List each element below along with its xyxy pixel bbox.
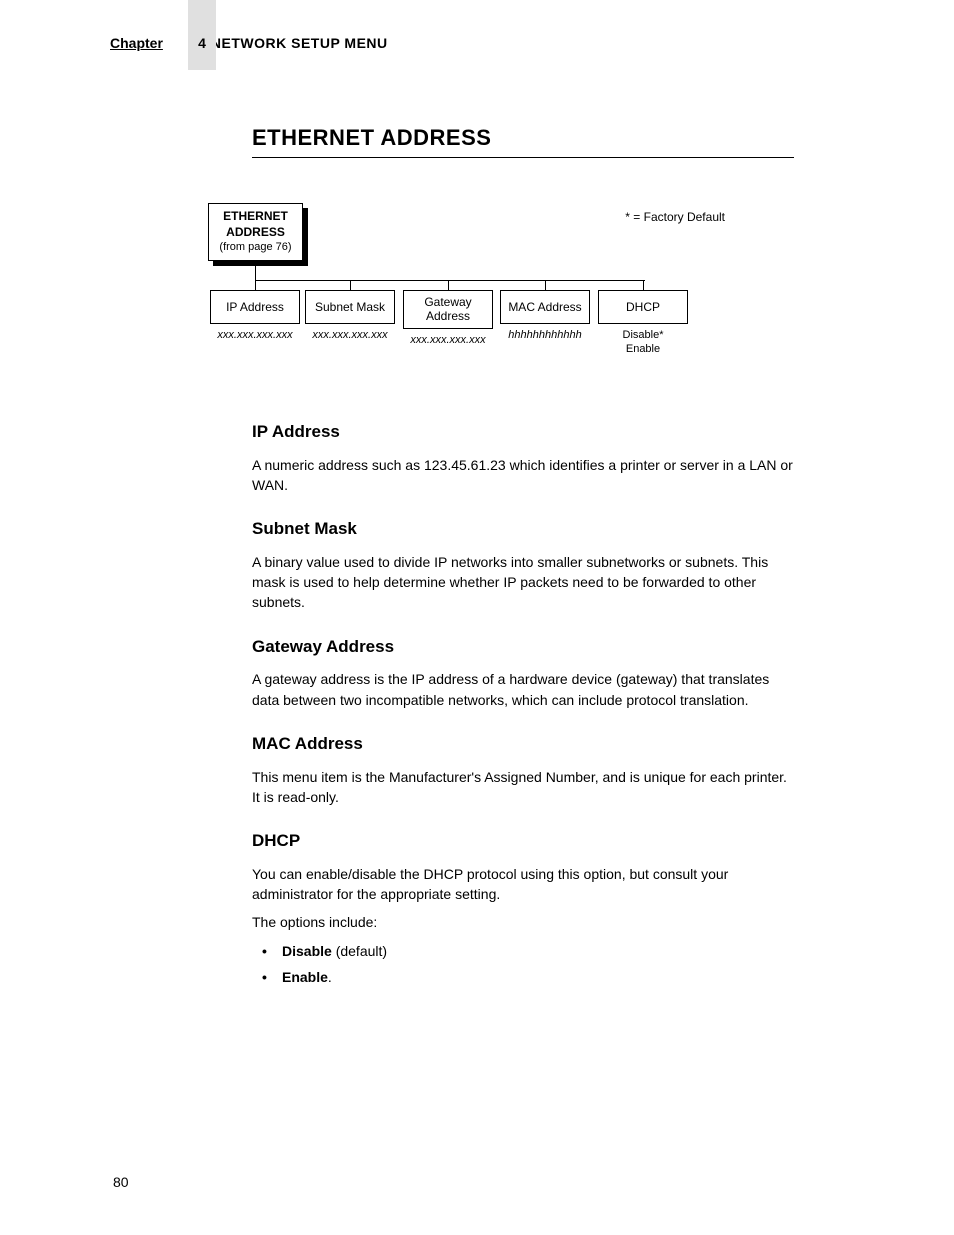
section-heading: MAC Address (252, 732, 794, 757)
branch-box: MAC Address (500, 290, 590, 324)
chapter-number: 4 (198, 35, 206, 51)
branch-mac-address: MAC Address hhhhhhhhhhhh (500, 280, 590, 342)
chapter-title: NETWORK SETUP MENU (211, 35, 388, 51)
branch-value: xxx.xxx.xxx.xxx (305, 328, 395, 342)
branch-value: Disable* Enable (598, 328, 688, 357)
section-paragraph: The options include: (252, 912, 794, 932)
branch-box: Subnet Mask (305, 290, 395, 324)
branch-box: IP Address (210, 290, 300, 324)
root-line2: ADDRESS (209, 225, 302, 241)
section-heading: IP Address (252, 420, 794, 445)
chapter-label: Chapter (110, 35, 163, 51)
branch-value: hhhhhhhhhhhh (500, 328, 590, 342)
section-paragraph: This menu item is the Manufacturer's Ass… (252, 767, 794, 808)
bullet-list: Disable (default) Enable. (252, 941, 794, 988)
connector (350, 280, 351, 290)
bullet-rest: (default) (332, 943, 387, 959)
branch-box: DHCP (598, 290, 688, 324)
section-ip-address: IP Address A numeric address such as 123… (252, 420, 794, 495)
connector (255, 280, 256, 290)
section-mac-address: MAC Address This menu item is the Manufa… (252, 732, 794, 807)
section-heading: Subnet Mask (252, 517, 794, 542)
section-paragraph: A gateway address is the IP address of a… (252, 669, 794, 710)
factory-default-note: * = Factory Default (625, 210, 725, 224)
bullet-rest: . (328, 969, 332, 985)
bullet-bold: Enable (282, 969, 328, 985)
branch-value: xxx.xxx.xxx.xxx (210, 328, 300, 342)
branch-subnet-mask: Subnet Mask xxx.xxx.xxx.xxx (305, 280, 395, 342)
list-item: Disable (default) (252, 941, 794, 961)
connector (545, 280, 546, 290)
page-number: 80 (113, 1174, 129, 1190)
root-box: ETHERNET ADDRESS (from page 76) (208, 203, 303, 261)
connector-root (255, 266, 256, 280)
section-paragraph: You can enable/disable the DHCP protocol… (252, 864, 794, 905)
content-body: IP Address A numeric address such as 123… (252, 420, 794, 1009)
root-line3: (from page 76) (209, 240, 302, 254)
connector (448, 280, 449, 290)
branch-value: xxx.xxx.xxx.xxx (403, 333, 493, 347)
connector (643, 280, 644, 290)
section-paragraph: A binary value used to divide IP network… (252, 552, 794, 613)
section-heading: DHCP (252, 829, 794, 854)
page-header: Chapter 4 NETWORK SETUP MENU (110, 35, 844, 51)
branch-ip-address: IP Address xxx.xxx.xxx.xxx (210, 280, 300, 342)
section-paragraph: A numeric address such as 123.45.61.23 w… (252, 455, 794, 496)
branch-box: Gateway Address (403, 290, 493, 329)
branch-gateway-address: Gateway Address xxx.xxx.xxx.xxx (403, 280, 493, 347)
section-gateway-address: Gateway Address A gateway address is the… (252, 635, 794, 710)
bullet-bold: Disable (282, 943, 332, 959)
page-title: ETHERNET ADDRESS (252, 125, 794, 158)
menu-diagram: ETHERNET ADDRESS (from page 76) * = Fact… (205, 200, 715, 370)
chapter-number-box: 4 (188, 0, 216, 70)
section-subnet-mask: Subnet Mask A binary value used to divid… (252, 517, 794, 613)
section-heading: Gateway Address (252, 635, 794, 660)
branch-dhcp: DHCP Disable* Enable (598, 280, 688, 357)
list-item: Enable. (252, 967, 794, 987)
root-line1: ETHERNET (209, 209, 302, 225)
section-dhcp: DHCP You can enable/disable the DHCP pro… (252, 829, 794, 987)
